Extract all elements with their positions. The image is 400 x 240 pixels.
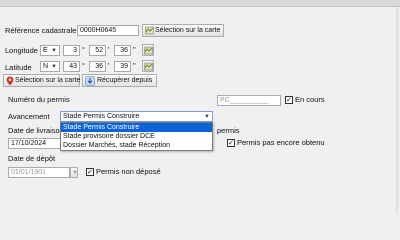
- cadastre-label: Référence cadastrale: [5, 26, 77, 35]
- permit-not-obtained-label: Permis pas encore obtenu: [237, 138, 325, 147]
- chevron-down-icon: ▼: [204, 114, 210, 120]
- longitude-map-pick-button[interactable]: [142, 44, 154, 56]
- delivery-date-label: Date de livraison: [8, 126, 64, 135]
- cadastre-map-button[interactable]: Sélection sur la carte: [142, 24, 224, 37]
- degree-symbol: °: [82, 61, 85, 70]
- window-top-bar: [0, 0, 400, 7]
- permit-not-filed-label: Permis non déposé: [96, 167, 161, 176]
- filing-date-label: Date de dépôt: [8, 154, 56, 163]
- dropdown-option[interactable]: Stade Permis Construire: [61, 123, 212, 132]
- longitude-direction-select[interactable]: E ▼: [40, 45, 60, 56]
- filing-date-field[interactable]: 01/01/1901: [8, 167, 70, 178]
- map-icon: [145, 26, 154, 35]
- calendar-icon[interactable]: ▼: [70, 167, 78, 178]
- coordinates-map-select-button[interactable]: Sélection sur la carte: [3, 74, 80, 87]
- map-icon: [144, 62, 153, 71]
- latitude-minutes-field[interactable]: 36: [89, 61, 106, 72]
- longitude-seconds-field[interactable]: 36: [114, 45, 131, 56]
- permit-number-field[interactable]: PC__________: [217, 95, 281, 106]
- map-pin-icon: [6, 76, 14, 86]
- latitude-map-pick-button[interactable]: [142, 60, 154, 72]
- latitude-direction-select[interactable]: N ▼: [40, 61, 60, 72]
- progress-select-value: Stade Permis Construire: [63, 113, 140, 120]
- progress-select[interactable]: Stade Permis Construire ▼: [60, 111, 213, 122]
- chevron-down-icon: ▼: [72, 170, 78, 176]
- chevron-down-icon: ▼: [51, 48, 57, 54]
- degree-symbol: °: [82, 45, 85, 54]
- retrieve-from-button[interactable]: Récupérer depuis: [82, 74, 157, 87]
- checkbox-icon[interactable]: ✓: [285, 96, 293, 104]
- dropdown-option[interactable]: Dossier Marchés, stade Réception: [61, 141, 212, 150]
- in-progress-label: En cours: [295, 95, 325, 104]
- progress-dropdown-list: Stade Permis Construire Stade provisoire…: [60, 122, 213, 151]
- latitude-degrees-field[interactable]: 43: [63, 61, 80, 72]
- permit-number-label: Numéro du permis: [8, 95, 70, 104]
- cadastre-map-button-label: Sélection sur la carte: [155, 27, 221, 34]
- minute-symbol: ': [108, 61, 110, 70]
- coordinates-map-select-label: Sélection sur la carte: [15, 77, 81, 84]
- longitude-degrees-field[interactable]: 3: [63, 45, 80, 56]
- chevron-down-icon: ▼: [51, 64, 57, 70]
- latitude-seconds-field[interactable]: 39: [114, 61, 131, 72]
- checkbox-icon[interactable]: ✓: [227, 139, 235, 147]
- second-symbol: ": [133, 61, 136, 70]
- second-symbol: ": [133, 45, 136, 54]
- permit-suffix-label: permis: [217, 126, 240, 135]
- cadastre-field[interactable]: 0000H0645: [77, 25, 139, 36]
- retrieve-from-label: Récupérer depuis: [97, 77, 153, 84]
- longitude-label: Longitude: [5, 46, 38, 55]
- progress-label: Avancement: [8, 112, 50, 121]
- download-icon: [85, 76, 95, 86]
- longitude-minutes-field[interactable]: 52: [89, 45, 106, 56]
- map-icon: [144, 46, 153, 55]
- longitude-direction-value: E: [43, 47, 48, 54]
- minute-symbol: ': [108, 45, 110, 54]
- latitude-label: Latitude: [5, 63, 32, 72]
- checkbox-icon[interactable]: ✓: [86, 168, 94, 176]
- dropdown-option[interactable]: Stade provisoire dossier DCE: [61, 132, 212, 141]
- latitude-direction-value: N: [43, 63, 49, 70]
